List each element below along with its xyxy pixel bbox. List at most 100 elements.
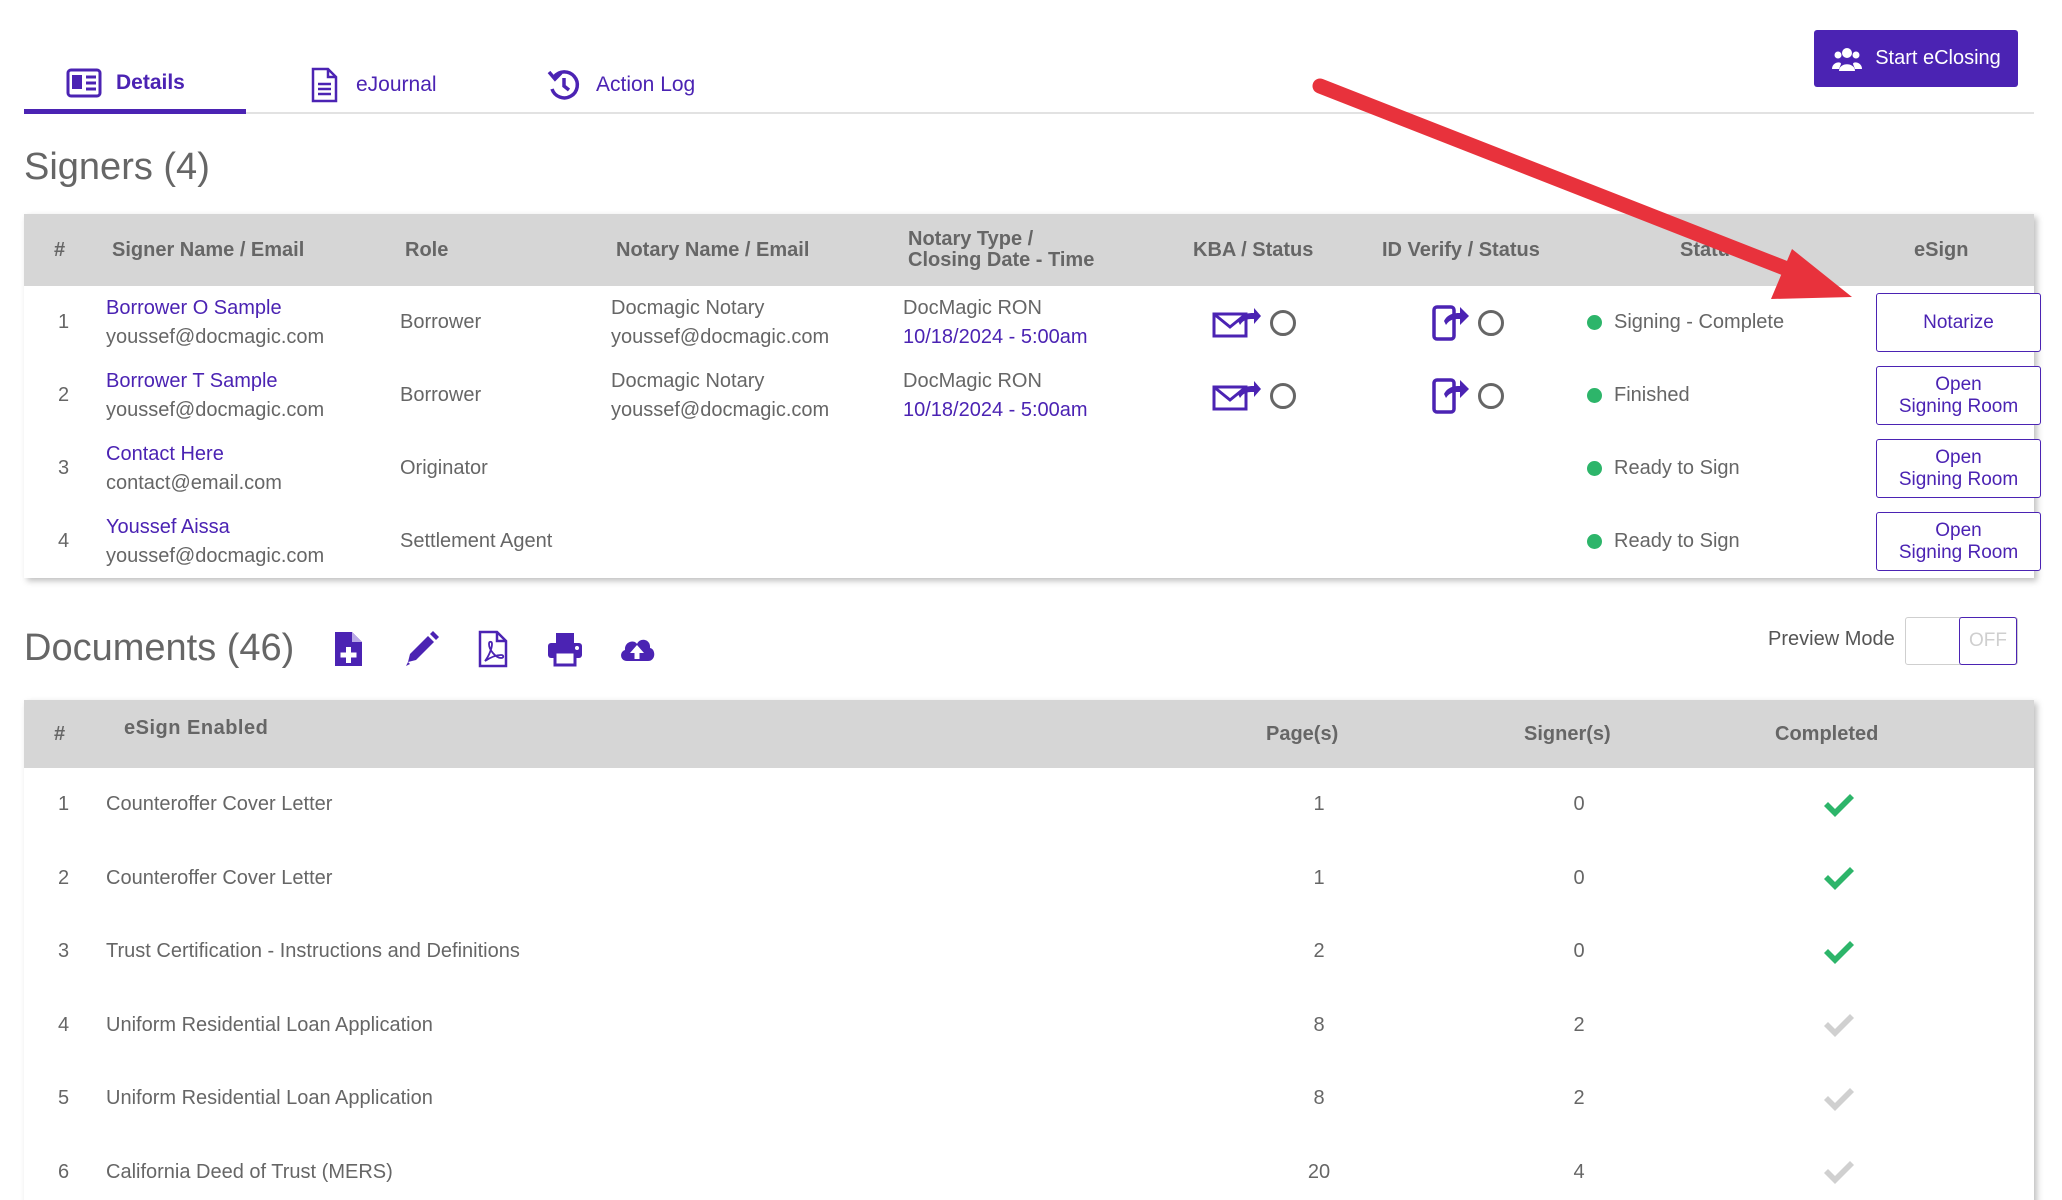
closing-date: 10/18/2024 - 5:00am xyxy=(903,325,1088,348)
document-name-link[interactable]: Trust Certification - Instructions and D… xyxy=(106,915,520,989)
open-signing-room-button[interactable]: Open Signing Room xyxy=(1876,512,2041,571)
notarize-button[interactable]: Notarize xyxy=(1876,293,2041,352)
doc-pages: 8 xyxy=(1313,1087,1325,1110)
signer-name-link[interactable]: Borrower O Sample xyxy=(106,294,324,323)
document-name-link[interactable]: Counteroffer Cover Letter xyxy=(106,768,332,842)
doc-completed xyxy=(1764,915,1914,989)
signer-num: 3 xyxy=(58,457,70,479)
signer-role: Originator xyxy=(400,457,488,479)
notary-type: DocMagic RON xyxy=(903,296,1042,319)
notary-email: youssef@docmagic.com xyxy=(611,325,830,348)
document-icon xyxy=(311,67,338,103)
signer-name-email: Borrower O Sample youssef@docmagic.com xyxy=(106,286,324,359)
doc-pages: 1 xyxy=(1313,793,1325,816)
id-verify-status xyxy=(1432,286,1504,359)
document-row: 1 Counteroffer Cover Letter 1 0 xyxy=(24,768,2034,842)
start-eclosing-label: Start eClosing xyxy=(1875,47,2001,69)
tab-details[interactable]: Details xyxy=(24,56,246,114)
signer-email: youssef@docmagic.com xyxy=(106,325,325,348)
id-card-icon xyxy=(66,68,102,97)
tab-action-log[interactable]: Action Log xyxy=(546,56,695,114)
add-document-icon[interactable] xyxy=(330,630,368,668)
signer-role: Borrower xyxy=(400,384,482,406)
signer-role: Borrower xyxy=(400,311,482,333)
doc-col-name: eSign Enabled xyxy=(124,716,269,739)
pdf-icon[interactable] xyxy=(474,630,512,668)
signer-name-email: Youssef Aissa youssef@docmagic.com xyxy=(106,505,324,578)
esign-button-label: Open xyxy=(1935,519,1982,541)
phone-send-icon[interactable] xyxy=(1432,377,1470,414)
doc-num: 6 xyxy=(58,1160,70,1183)
pencil-icon[interactable] xyxy=(402,630,440,668)
status-dot-icon xyxy=(1587,534,1602,549)
open-signing-room-button[interactable]: Open Signing Room xyxy=(1876,366,2041,425)
esign-button-label-line2: Signing Room xyxy=(1898,541,2019,563)
signer-email: youssef@docmagic.com xyxy=(106,398,325,421)
col-role: Role xyxy=(405,238,449,261)
document-name-link[interactable]: Uniform Residential Loan Application xyxy=(106,989,433,1063)
status-dot-icon xyxy=(1587,315,1602,330)
toggle-knob: OFF xyxy=(1959,617,2017,665)
col-esign: eSign xyxy=(1914,238,1969,261)
document-row: 2 Counteroffer Cover Letter 1 0 xyxy=(24,842,2034,916)
tab-ejournal[interactable]: eJournal xyxy=(306,56,437,114)
tab-details-label: Details xyxy=(116,70,185,94)
status-dot-icon xyxy=(1587,461,1602,476)
kba-status-circle-icon xyxy=(1270,382,1296,409)
col-notary-type: Notary Type / Closing Date - Time xyxy=(908,214,1094,286)
signer-name-link[interactable]: Youssef Aissa xyxy=(106,513,324,542)
doc-completed xyxy=(1764,989,1914,1063)
document-name-link[interactable]: California Deed of Trust (MERS) xyxy=(106,1136,393,1200)
document-row: 3 Trust Certification - Instructions and … xyxy=(24,915,2034,989)
checkmark-icon xyxy=(1824,867,1854,891)
documents-title: Documents (46) xyxy=(24,627,295,669)
document-name-link[interactable]: Uniform Residential Loan Application xyxy=(106,1062,433,1136)
history-icon xyxy=(547,70,580,100)
signer-status: Ready to Sign xyxy=(1587,505,1740,578)
kba-status-circle-icon xyxy=(1270,309,1296,336)
signer-name-link[interactable]: Contact Here xyxy=(106,440,282,469)
esign-button-label-line2: Signing Room xyxy=(1898,468,2019,490)
doc-col-pages: Page(s) xyxy=(1266,722,1339,745)
esign-button-label: Open xyxy=(1935,446,1982,468)
col-notary-type-line2: Closing Date - Time xyxy=(908,249,1095,271)
signer-status-text: Finished xyxy=(1614,384,1690,406)
start-eclosing-button[interactable]: Start eClosing xyxy=(1814,30,2018,87)
signer-status-text: Signing - Complete xyxy=(1614,311,1785,333)
open-signing-room-button[interactable]: Open Signing Room xyxy=(1876,439,2041,498)
phone-send-icon[interactable] xyxy=(1432,304,1470,341)
signer-row: 4 Youssef Aissa youssef@docmagic.com Set… xyxy=(24,505,2041,578)
kba-status xyxy=(1212,286,1296,359)
doc-col-completed: Completed xyxy=(1775,722,1879,745)
signer-status: Ready to Sign xyxy=(1587,432,1740,505)
preview-mode-label: Preview Mode xyxy=(1768,628,1895,650)
signer-name-email: Contact Here contact@email.com xyxy=(106,432,282,505)
document-name-link[interactable]: Counteroffer Cover Letter xyxy=(106,842,332,916)
col-kba: KBA / Status xyxy=(1193,238,1314,261)
doc-signers: 2 xyxy=(1573,1013,1585,1036)
doc-pages: 2 xyxy=(1313,940,1325,963)
signer-row: 3 Contact Here contact@email.com Origina… xyxy=(24,432,2041,505)
esign-button-label-line2: Signing Room xyxy=(1898,395,2019,417)
checkmark-icon xyxy=(1824,1087,1854,1111)
doc-completed xyxy=(1764,1136,1914,1200)
cloud-upload-icon[interactable] xyxy=(618,630,656,668)
closing-date: 10/18/2024 - 5:00am xyxy=(903,398,1088,421)
documents-toolbar xyxy=(330,630,656,668)
signer-email: youssef@docmagic.com xyxy=(106,544,325,567)
signer-num: 1 xyxy=(58,311,70,333)
print-icon[interactable] xyxy=(546,630,584,668)
signer-name-link[interactable]: Borrower T Sample xyxy=(106,367,324,396)
id-verify-status-circle-icon xyxy=(1478,309,1504,336)
col-notary: Notary Name / Email xyxy=(616,238,810,261)
doc-num: 4 xyxy=(58,1013,70,1036)
envelope-send-icon[interactable] xyxy=(1212,380,1262,412)
notary-type: DocMagic RON xyxy=(903,369,1042,392)
kba-status xyxy=(1212,359,1296,432)
envelope-send-icon[interactable] xyxy=(1212,307,1262,339)
preview-mode-toggle[interactable]: OFF xyxy=(1905,617,2018,665)
col-num: # xyxy=(54,238,66,261)
esign-button-label: Notarize xyxy=(1923,311,1994,333)
checkmark-icon xyxy=(1824,1161,1854,1185)
notary-name: Docmagic Notary xyxy=(611,369,765,392)
